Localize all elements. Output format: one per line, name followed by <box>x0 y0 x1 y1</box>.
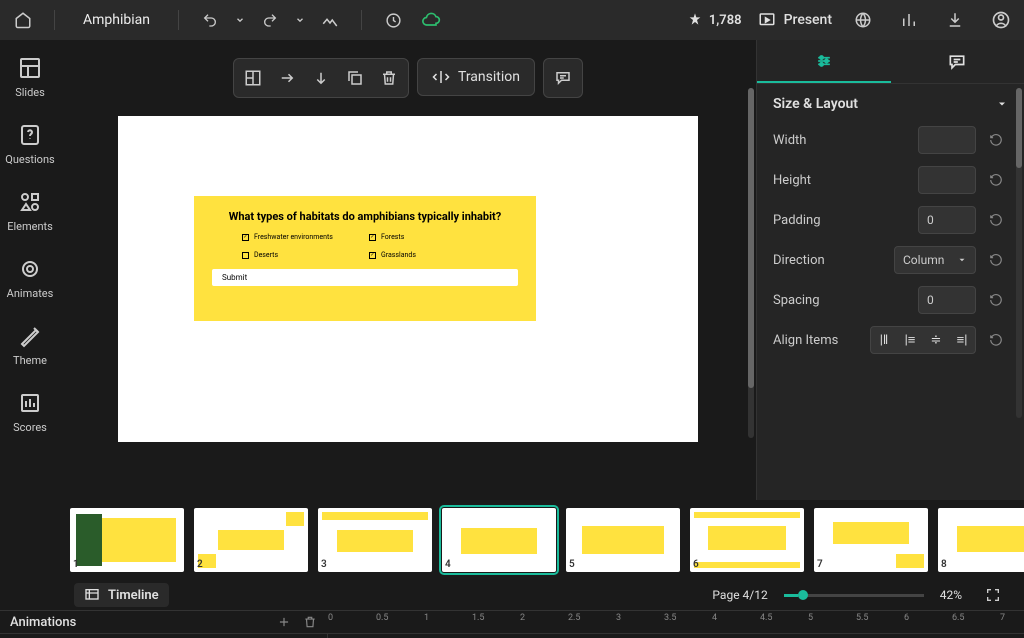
timeline-tracks[interactable] <box>328 634 1024 638</box>
slide-thumbnail[interactable]: 7 <box>814 508 928 572</box>
history-button[interactable] <box>378 5 408 35</box>
reset-width[interactable] <box>984 128 1008 152</box>
zoom-slider[interactable] <box>784 594 924 597</box>
project-title[interactable]: Amphibian <box>71 12 162 28</box>
input-height[interactable] <box>918 166 976 194</box>
topbar: Amphibian 1,788 Present <box>0 0 1024 40</box>
slide-thumbnail[interactable]: 6 <box>690 508 804 572</box>
home-button[interactable] <box>8 5 38 35</box>
tree-row[interactable]: Group 1 <box>0 634 327 638</box>
comment-button[interactable] <box>546 61 580 95</box>
zoom-value: 42% <box>940 588 962 602</box>
align-middle[interactable]: ≑ <box>923 327 949 353</box>
quiz-question[interactable]: What types of habitats do amphibians typ… <box>212 210 518 223</box>
quiz-option[interactable]: ✓Forests <box>369 233 488 241</box>
submit-button[interactable]: Submit <box>212 269 518 286</box>
page-indicator: Page 4/12 <box>712 588 767 602</box>
canvas-area: Transition What types of habitats do amp… <box>60 40 756 500</box>
add-animation-button[interactable] <box>274 612 294 632</box>
slide-thumbnail[interactable]: 3 <box>318 508 432 572</box>
status-bar: Timeline Page 4/12 42% <box>0 580 1024 610</box>
canvas-toolbar: Transition <box>233 58 583 98</box>
timeline-toggle[interactable]: Timeline <box>74 583 169 607</box>
animation-tree: Group 1Title 14Multiple Response Questio… <box>0 634 328 638</box>
fit-screen-button[interactable] <box>978 580 1008 610</box>
duplicate-button[interactable] <box>338 61 372 95</box>
delete-button[interactable] <box>372 61 406 95</box>
slide-canvas[interactable]: What types of habitats do amphibians typ… <box>118 116 698 442</box>
label-align: Align Items <box>773 333 870 348</box>
label-width: Width <box>773 133 918 148</box>
quiz-option[interactable]: Deserts <box>242 251 361 259</box>
publish-button[interactable] <box>848 5 878 35</box>
input-padding[interactable] <box>918 206 976 234</box>
canvas-scrollbar[interactable] <box>748 88 754 438</box>
align-center[interactable]: |≡ <box>897 327 923 353</box>
label-padding: Padding <box>773 213 918 228</box>
redo-dropdown[interactable] <box>293 5 307 35</box>
arrow-right-button[interactable] <box>270 61 304 95</box>
label-spacing: Spacing <box>773 293 918 308</box>
present-button[interactable]: Present <box>758 11 832 29</box>
reset-align[interactable] <box>984 328 1008 352</box>
select-direction[interactable]: Column <box>894 246 976 274</box>
analytics-button[interactable] <box>894 5 924 35</box>
slide-thumbnail[interactable]: 8 <box>938 508 1024 572</box>
credits-value: 1,788 <box>709 13 742 28</box>
align-end[interactable]: ≡| <box>949 327 975 353</box>
transition-button[interactable]: Transition <box>417 58 535 96</box>
align-start[interactable]: |‖ <box>871 327 897 353</box>
rail-theme[interactable]: Theme <box>0 324 60 367</box>
slide-thumbnail[interactable]: 4 <box>442 508 556 572</box>
animations-header: Animations <box>0 610 328 634</box>
rail-animates[interactable]: Animates <box>0 257 60 300</box>
slide-thumbnail[interactable]: 2 <box>194 508 308 572</box>
rail-elements[interactable]: Elements <box>0 190 60 233</box>
input-width[interactable] <box>918 126 976 154</box>
reset-padding[interactable] <box>984 208 1008 232</box>
slide-thumbnails: 12345678 <box>0 500 1024 580</box>
slide-thumbnail[interactable]: 1 <box>70 508 184 572</box>
undo-button[interactable] <box>195 5 225 35</box>
image-button[interactable] <box>315 5 345 35</box>
quiz-option[interactable]: ✓Freshwater environments <box>242 233 361 241</box>
label-height: Height <box>773 173 918 188</box>
layout-button[interactable] <box>236 61 270 95</box>
cloud-sync-icon[interactable] <box>416 5 446 35</box>
undo-dropdown[interactable] <box>233 5 247 35</box>
inspector-tab-comments[interactable] <box>891 42 1024 82</box>
slide-thumbnail[interactable]: 5 <box>566 508 680 572</box>
arrow-down-button[interactable] <box>304 61 338 95</box>
input-spacing[interactable] <box>918 286 976 314</box>
section-size-layout[interactable]: Size & Layout <box>773 96 1008 112</box>
chevron-down-icon <box>996 98 1008 110</box>
delete-animation-button[interactable] <box>300 612 320 632</box>
download-button[interactable] <box>940 5 970 35</box>
rail-scores[interactable]: Scores <box>0 391 60 434</box>
align-buttons: |‖ |≡ ≑ ≡| <box>870 326 976 354</box>
label-direction: Direction <box>773 253 894 268</box>
inspector-panel: Size & Layout Width Height Padding Direc… <box>756 40 1024 500</box>
credits-counter[interactable]: 1,788 <box>687 12 742 28</box>
timeline-ruler[interactable]: 00.511.522.533.544.555.566.57 <box>328 610 1024 634</box>
quiz-block[interactable]: What types of habitats do amphibians typ… <box>194 196 536 321</box>
reset-direction[interactable] <box>984 248 1008 272</box>
reset-height[interactable] <box>984 168 1008 192</box>
inspector-tab-design[interactable] <box>757 41 891 83</box>
inspector-scrollbar[interactable] <box>1016 88 1022 418</box>
redo-button[interactable] <box>255 5 285 35</box>
rail-questions[interactable]: Questions <box>0 123 60 166</box>
rail-slides[interactable]: Slides <box>0 56 60 99</box>
quiz-option[interactable]: ✓Grasslands <box>369 251 488 259</box>
timeline-panel: Animations 00.511.522.533.544.555.566.57… <box>0 610 1024 638</box>
account-button[interactable] <box>986 5 1016 35</box>
reset-spacing[interactable] <box>984 288 1008 312</box>
left-rail: Slides Questions Elements Animates Theme… <box>0 40 60 500</box>
